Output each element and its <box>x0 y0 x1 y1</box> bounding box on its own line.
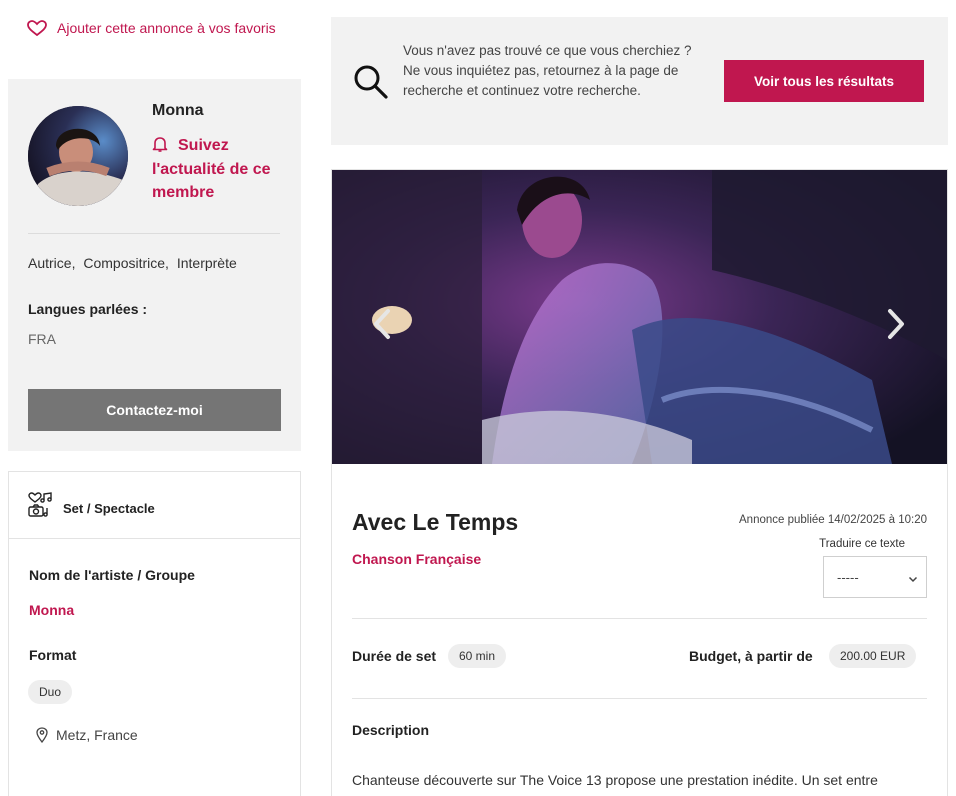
photo-slider[interactable] <box>332 170 947 464</box>
budget-badge: 200.00 EUR <box>829 644 917 668</box>
magnifier-icon <box>353 64 389 100</box>
avatar[interactable] <box>28 106 128 206</box>
listing-title: Avec Le Temps <box>352 509 519 535</box>
languages-label: Langues parlées : <box>28 301 148 317</box>
follow-member-link[interactable]: Suivez l'actualité de ce membre <box>152 134 292 205</box>
format-label: Format <box>29 647 77 663</box>
add-to-favorites-link[interactable]: Ajouter cette annonce à vos favoris <box>27 18 277 39</box>
search-banner-text: Vous n'avez pas trouvé ce que vous cherc… <box>403 43 692 98</box>
divider <box>352 698 927 699</box>
role: Compositrice, <box>83 255 169 271</box>
duration-label: Durée de set <box>352 648 437 664</box>
divider <box>28 233 280 234</box>
location-label: Metz, France <box>56 727 138 743</box>
location: Metz, France <box>36 727 138 744</box>
set-header: Set / Spectacle <box>9 472 300 539</box>
genre-link[interactable]: Chanson Française <box>352 551 481 567</box>
chevron-down-icon <box>908 572 918 583</box>
translate-select-value: ----- <box>837 570 859 585</box>
member-name[interactable]: Monna <box>152 102 204 120</box>
view-all-results-button[interactable]: Voir tous les résultats <box>724 60 924 102</box>
artist-name-value[interactable]: Monna <box>29 602 74 618</box>
listing-photo <box>332 170 947 464</box>
format-badge: Duo <box>28 680 73 704</box>
add-to-favorites-label: Ajouter cette annonce à vos favoris <box>57 20 276 36</box>
duration-badge: 60 min <box>448 644 507 668</box>
chevron-left-icon[interactable] <box>370 308 394 340</box>
role: Autrice, <box>28 255 76 271</box>
published-date: Annonce publiée 14/02/2025 à 10:20 <box>739 514 927 526</box>
artist-name-label: Nom de l'artiste / Groupe <box>29 567 195 583</box>
follow-member-label: Suivez l'actualité de ce membre <box>152 137 271 201</box>
role: Interprète <box>176 255 237 271</box>
set-info-card: Set / Spectacle Nom de l'artiste / Group… <box>8 471 301 796</box>
listing-detail-card: Avec Le Temps Chanson Française Annonce … <box>331 169 948 796</box>
translate-select[interactable]: ----- <box>823 556 927 598</box>
map-pin-icon <box>36 727 48 744</box>
description-text: Chanteuse découverte sur The Voice 13 pr… <box>352 772 878 788</box>
heart-icon <box>27 20 47 37</box>
roles-list: Autrice, Compositrice, Interprète <box>28 255 241 271</box>
music-camera-icon <box>28 492 54 518</box>
languages-value: FRA <box>28 331 56 347</box>
divider <box>352 618 927 619</box>
budget-label: Budget, à partir de <box>689 648 813 664</box>
description-label: Description <box>352 722 430 738</box>
search-banner: Vous n'avez pas trouvé ce que vous cherc… <box>331 17 948 145</box>
chevron-right-icon[interactable] <box>884 308 908 340</box>
profile-card: Monna Suivez l'actualité de ce membre Au… <box>8 79 301 451</box>
translate-label: Traduire ce texte <box>819 538 905 550</box>
bell-icon <box>152 136 168 152</box>
set-header-label: Set / Spectacle <box>63 501 155 516</box>
contact-button[interactable]: Contactez-moi <box>28 389 281 431</box>
